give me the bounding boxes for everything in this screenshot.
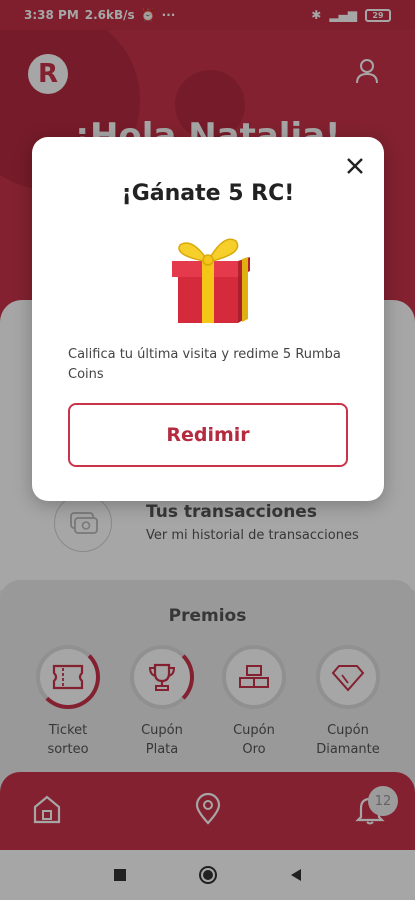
- gift-icon: [172, 238, 250, 323]
- modal-title: ¡Gánate 5 RC!: [121, 181, 295, 206]
- redeem-button[interactable]: Redimir: [68, 403, 348, 467]
- reward-modal: ¡Gánate 5 RC! Califica tu última visita …: [32, 137, 384, 501]
- modal-description: Califica tu última visita y redime 5 Rum…: [68, 347, 341, 382]
- close-icon[interactable]: [344, 155, 366, 177]
